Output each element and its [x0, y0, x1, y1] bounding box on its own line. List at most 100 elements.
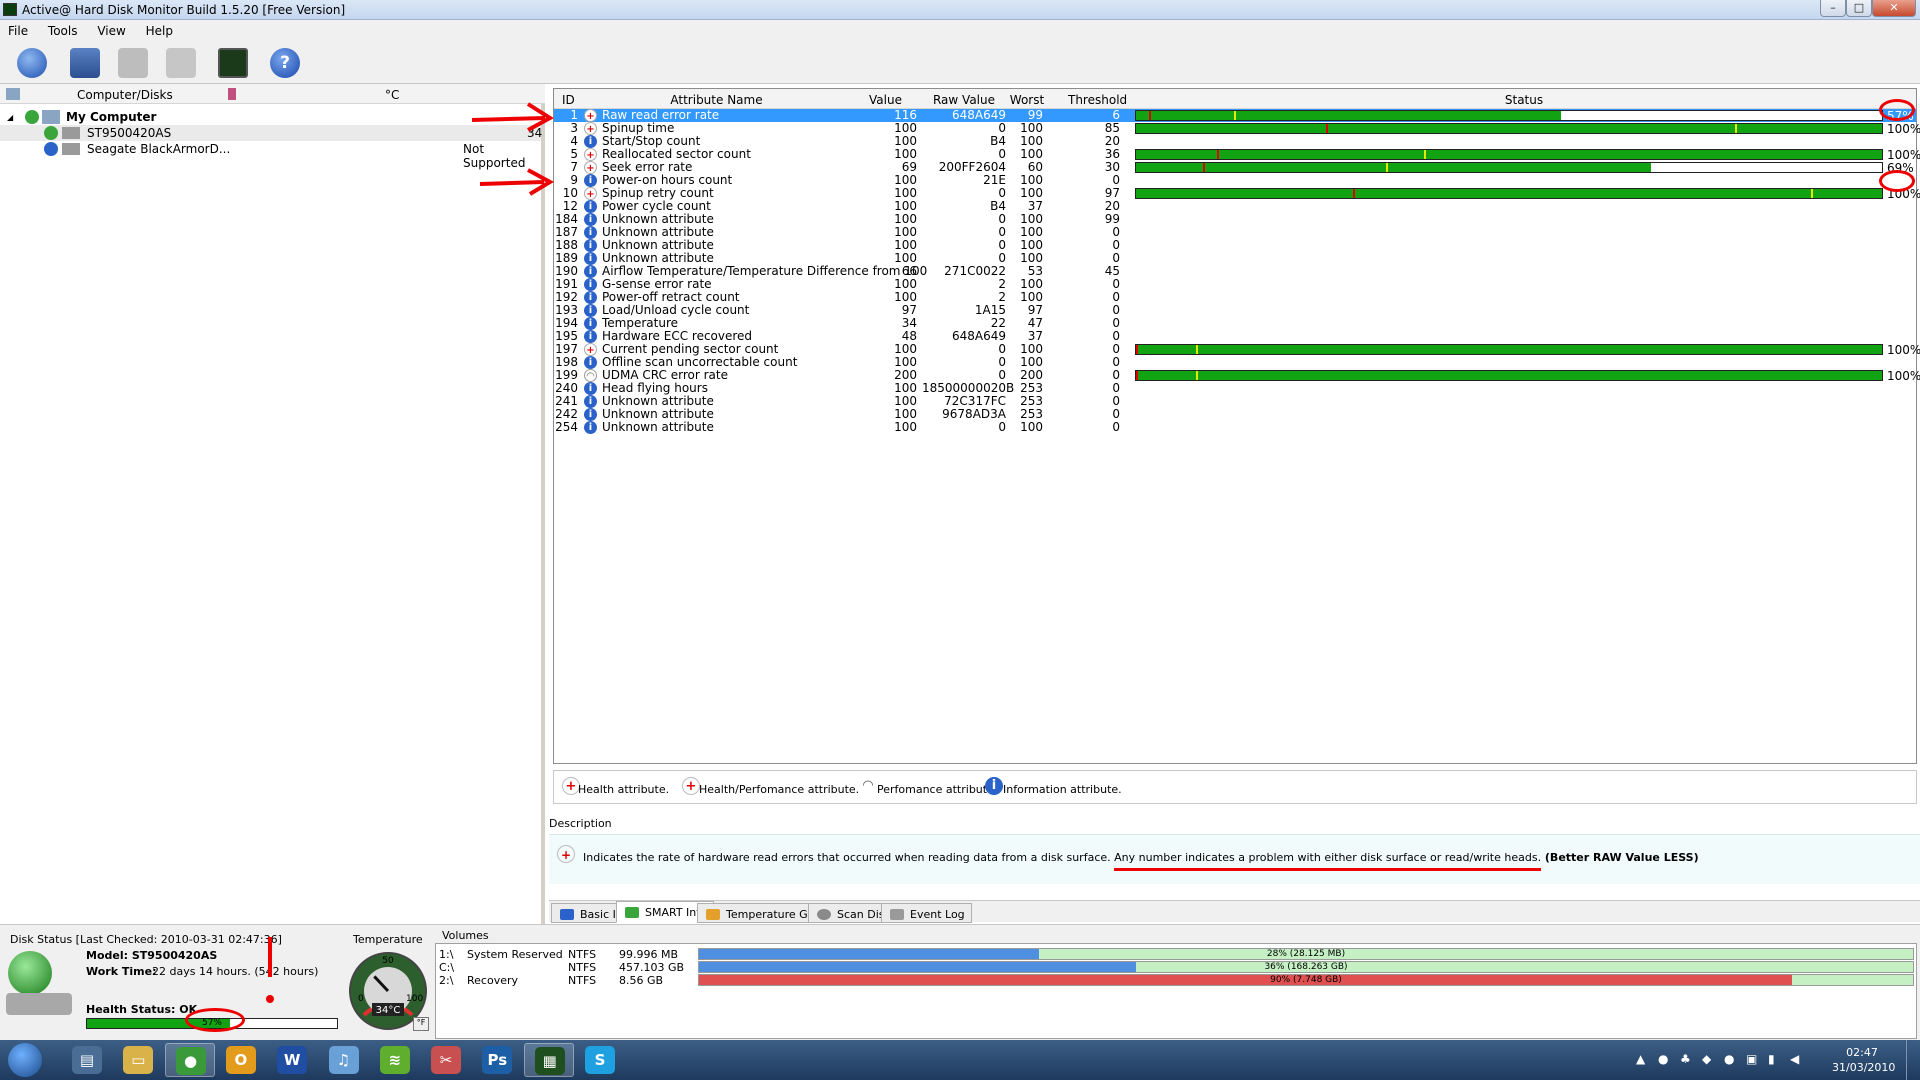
- show-desktop-button[interactable]: [1906, 1040, 1920, 1080]
- taskbar-app[interactable]: W: [267, 1043, 317, 1077]
- col-value[interactable]: Value: [849, 89, 922, 109]
- col-attribute-name[interactable]: Attribute Name: [584, 89, 849, 109]
- attribute-row[interactable]: 199 ◠ UDMA CRC error rate 200 0 200 0 100%: [554, 369, 1920, 384]
- attribute-row[interactable]: 242 i Unknown attribute 100 9678AD3A 253 0: [554, 408, 1916, 421]
- tree-item-disk[interactable]: ST9500420AS 34: [0, 125, 542, 141]
- col-worst[interactable]: Worst: [1006, 89, 1048, 109]
- attribute-row[interactable]: 1 + Raw read error rate 116 648A649 99 6 57%: [554, 109, 1916, 123]
- disk-tree-panel: Computer/Disks °C ◢ My Computer ST950042…: [0, 84, 545, 924]
- attr-raw-value: 0: [998, 420, 1006, 434]
- volume-row[interactable]: 2:\ Recovery NTFS 8.56 GB 90% (7.748 GB): [436, 972, 1916, 988]
- tray-icon[interactable]: ●: [1658, 1052, 1668, 1066]
- taskbar-app[interactable]: ●: [164, 1043, 215, 1077]
- attr-id: 254: [555, 420, 578, 434]
- volumes-list: 1:\ System Reserved NTFS 99.996 MB 28% (28.1…: [435, 943, 1917, 1039]
- temperature-unit-button[interactable]: °F: [413, 1017, 429, 1031]
- taskbar-app[interactable]: Ps: [472, 1043, 522, 1077]
- description-label: Description: [549, 817, 612, 830]
- remove-disk-icon[interactable]: [118, 48, 148, 78]
- worst-tick: [1195, 345, 1198, 354]
- refresh-icon[interactable]: [17, 48, 47, 78]
- tree-item-my-computer[interactable]: ◢ My Computer: [0, 109, 541, 125]
- information-attribute-icon: i: [584, 330, 597, 343]
- tray-icon[interactable]: ▲: [1636, 1052, 1645, 1066]
- taskbar-app[interactable]: ▦: [523, 1043, 574, 1077]
- attribute-row[interactable]: 9 i Power-on hours count 100 21E 100 0: [554, 174, 1916, 187]
- information-attribute-icon: i: [584, 395, 597, 408]
- taskbar-app[interactable]: O: [216, 1043, 266, 1077]
- col-raw-value[interactable]: Raw Value: [922, 89, 1006, 109]
- tree-item-disk[interactable]: Seagate BlackArmorD... Not Supported: [0, 141, 541, 170]
- description-part: Indicates the rate of hardware read erro…: [583, 851, 1115, 864]
- tray-icon[interactable]: ♣: [1680, 1052, 1691, 1066]
- temperature-label: Temperature: [353, 933, 423, 946]
- col-computer-disks[interactable]: Computer/Disks: [77, 88, 173, 102]
- attribute-row[interactable]: 10 + Spinup retry count 100 0 100 97 100%: [554, 187, 1920, 202]
- annotation-mark: [266, 995, 274, 1003]
- attribute-row[interactable]: 3 + Spinup time 100 0 100 85 100%: [554, 122, 1920, 137]
- close-disk-icon[interactable]: [166, 48, 196, 78]
- col-temperature[interactable]: °C: [385, 88, 399, 102]
- attribute-row[interactable]: 188 i Unknown attribute 100 0 100 0: [554, 239, 1916, 252]
- windows-explorer-icon: ▤: [72, 1046, 102, 1074]
- menu-tools[interactable]: Tools: [40, 20, 86, 38]
- attribute-row[interactable]: 187 i Unknown attribute 100 0 100 0: [554, 226, 1916, 239]
- col-status[interactable]: Status: [1132, 89, 1916, 109]
- monitor-icon[interactable]: [218, 48, 248, 78]
- attribute-row[interactable]: 5 + Reallocated sector count 100 0 100 36 100%: [554, 148, 1920, 163]
- taskbar-app[interactable]: ♫: [319, 1043, 369, 1077]
- legend-health: Health attribute.: [578, 783, 670, 796]
- taskbar-app[interactable]: S: [575, 1043, 625, 1077]
- attribute-row[interactable]: 191 i G-sense error rate 100 2 100 0: [554, 278, 1916, 291]
- add-disk-icon[interactable]: [70, 48, 100, 78]
- clock[interactable]: 02:47 31/03/2010: [1832, 1045, 1896, 1075]
- information-attribute-icon: i: [584, 317, 597, 330]
- attribute-row[interactable]: 4 i Start/Stop count 100 B4 100 20: [554, 135, 1916, 148]
- tab-label: Event Log: [910, 908, 965, 921]
- attribute-row[interactable]: 193 i Load/Unload cycle count 97 1A15 97 0: [554, 304, 1916, 317]
- attribute-row[interactable]: 198 i Offline scan uncorrectable count 100 0…: [554, 356, 1916, 369]
- col-threshold[interactable]: Threshold: [1048, 89, 1132, 109]
- taskbar-app[interactable]: ▭: [113, 1043, 163, 1077]
- title-bar: Active@ Hard Disk Monitor Build 1.5.20 […: [0, 0, 1920, 20]
- taskbar-app[interactable]: ✂: [421, 1043, 471, 1077]
- start-button[interactable]: [8, 1043, 42, 1077]
- expand-arrow-icon[interactable]: ◢: [7, 113, 13, 122]
- menu-file[interactable]: File: [0, 20, 36, 38]
- attribute-row[interactable]: 12 i Power cycle count 100 B4 37 20: [554, 200, 1916, 213]
- taskbar-app[interactable]: ≋: [370, 1043, 420, 1077]
- attr-threshold: 0: [1112, 303, 1120, 317]
- attribute-row[interactable]: 190 i Airflow Temperature/Temperature Diff…: [554, 265, 1916, 278]
- tray-icon[interactable]: ▮: [1768, 1052, 1775, 1066]
- close-button[interactable]: ✕: [1872, 0, 1916, 17]
- attribute-row[interactable]: 254 i Unknown attribute 100 0 100 0: [554, 421, 1916, 434]
- information-attribute-icon: i: [584, 356, 597, 369]
- tab-event-log[interactable]: Event Log: [881, 903, 972, 923]
- maximize-button[interactable]: □: [1846, 0, 1872, 17]
- tray-icon[interactable]: ●: [1724, 1052, 1734, 1066]
- taskbar-app[interactable]: ▤: [62, 1043, 112, 1077]
- attr-raw-value: 0: [998, 212, 1006, 226]
- attribute-row[interactable]: 7 + Seek error rate 69 200FF2604 60 30 69%: [554, 161, 1916, 176]
- attribute-row[interactable]: 194 i Temperature 34 22 47 0: [554, 317, 1916, 330]
- menu-help[interactable]: Help: [138, 20, 181, 38]
- attribute-row[interactable]: 192 i Power-off retract count 100 2 100 0: [554, 291, 1916, 304]
- attribute-row[interactable]: 184 i Unknown attribute 100 0 100 99: [554, 213, 1916, 226]
- tree-label: ST9500420AS: [87, 126, 172, 140]
- status-bar: [1135, 162, 1883, 173]
- volume-usage-text: 36% (168.263 GB): [1264, 962, 1348, 972]
- clock-date: 31/03/2010: [1832, 1061, 1896, 1074]
- smart-panel: ID Attribute Name Value Raw Value Worst …: [549, 84, 1920, 924]
- information-attribute-icon: i: [584, 291, 597, 304]
- menu-bar: File Tools View Help: [0, 20, 1920, 42]
- attr-threshold: 0: [1112, 420, 1120, 434]
- menu-view[interactable]: View: [89, 20, 133, 38]
- help-icon[interactable]: ?: [270, 48, 300, 78]
- tray-icon[interactable]: ▣: [1746, 1052, 1757, 1066]
- tray-icon[interactable]: ◀: [1790, 1052, 1799, 1066]
- attribute-row[interactable]: 240 i Head flying hours 100 18500000020B 253 0: [554, 382, 1916, 395]
- tray-icon[interactable]: ◆: [1702, 1052, 1711, 1066]
- itunes-icon: ♫: [328, 1046, 359, 1074]
- minimize-button[interactable]: –: [1820, 0, 1846, 17]
- attribute-row[interactable]: 241 i Unknown attribute 100 72C317FC 253 0: [554, 395, 1916, 408]
